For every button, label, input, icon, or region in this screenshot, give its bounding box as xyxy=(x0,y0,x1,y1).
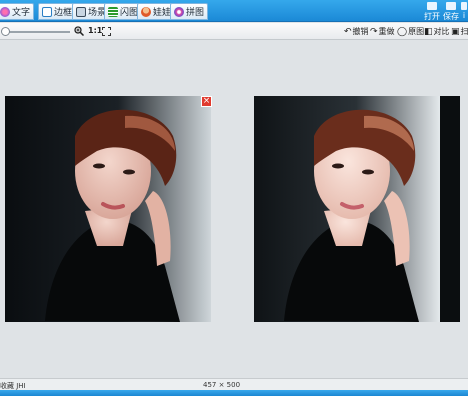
image-dimensions: 457 × 500 xyxy=(203,381,241,389)
more-label: i xyxy=(462,11,466,20)
tab-label: 闪图 xyxy=(120,8,139,18)
status-bar: 收藏 JHI 457 × 500 xyxy=(0,378,468,390)
tab-label: 拼图 xyxy=(186,8,205,18)
compare-button[interactable]: ◧ 对比 xyxy=(424,26,450,37)
bottom-stripe xyxy=(0,390,468,396)
tab-text[interactable]: 文字 xyxy=(0,3,35,20)
zoom-slider[interactable] xyxy=(4,31,70,33)
tab-label: 娃娃 xyxy=(153,8,172,18)
flash-icon xyxy=(108,6,118,17)
edited-photo xyxy=(254,96,460,322)
close-image-button[interactable]: × xyxy=(201,96,212,107)
original-label: 原图 xyxy=(408,27,425,36)
tab-label: 边框 xyxy=(54,8,73,18)
redo-button[interactable]: ↷ 重做 xyxy=(370,26,395,37)
zoom-in-icon[interactable] xyxy=(74,26,84,36)
more-tool-icon: ▣ xyxy=(451,26,460,37)
open-button[interactable]: 打开 xyxy=(424,2,440,22)
portrait-image xyxy=(5,96,211,322)
tab-border[interactable]: 边框 xyxy=(38,3,77,20)
compare-icon: ◧ xyxy=(424,26,433,37)
undo-icon: ↶ xyxy=(344,26,352,37)
save-icon xyxy=(446,2,456,10)
save-label: 保存 xyxy=(443,12,459,21)
open-label: 打开 xyxy=(424,12,440,21)
image-canvas xyxy=(0,41,468,378)
undo-button[interactable]: ↶ 撤销 xyxy=(344,26,369,37)
scene-icon xyxy=(76,6,86,17)
redo-icon: ↷ xyxy=(370,26,378,37)
doll-icon xyxy=(141,6,151,17)
text-icon xyxy=(0,6,10,17)
save-button[interactable]: 保存 xyxy=(443,2,459,22)
tab-collage[interactable]: 拼图 xyxy=(170,3,209,20)
fit-window-icon[interactable] xyxy=(102,27,111,36)
more-tool-label: 扫 xyxy=(460,27,468,36)
top-tab-bar: 文字 边框 场景 闪图 娃娃 拼图 打开 保存 i xyxy=(0,0,468,22)
collage-icon xyxy=(174,6,184,17)
zoom-slider-handle[interactable] xyxy=(1,27,10,36)
portrait-image xyxy=(254,96,440,322)
redo-label: 重做 xyxy=(378,27,395,36)
more-button[interactable]: i xyxy=(461,2,467,20)
undo-label: 撤销 xyxy=(352,27,369,36)
original-button[interactable]: ◯ 原图 xyxy=(397,26,424,37)
more-icon xyxy=(461,2,467,10)
compare-label: 对比 xyxy=(433,27,450,36)
original-photo xyxy=(5,96,211,322)
folder-icon xyxy=(427,2,437,10)
more-tool-button[interactable]: ▣ 扫 xyxy=(451,26,468,37)
border-icon xyxy=(42,6,52,17)
tab-label: 文字 xyxy=(12,8,31,18)
original-icon: ◯ xyxy=(397,26,408,37)
view-toolbar: 1:1 ↶ 撤销 ↷ 重做 ◯ 原图 ◧ 对比 ▣ 扫 xyxy=(0,23,468,40)
actual-size-button[interactable]: 1:1 xyxy=(88,26,102,35)
